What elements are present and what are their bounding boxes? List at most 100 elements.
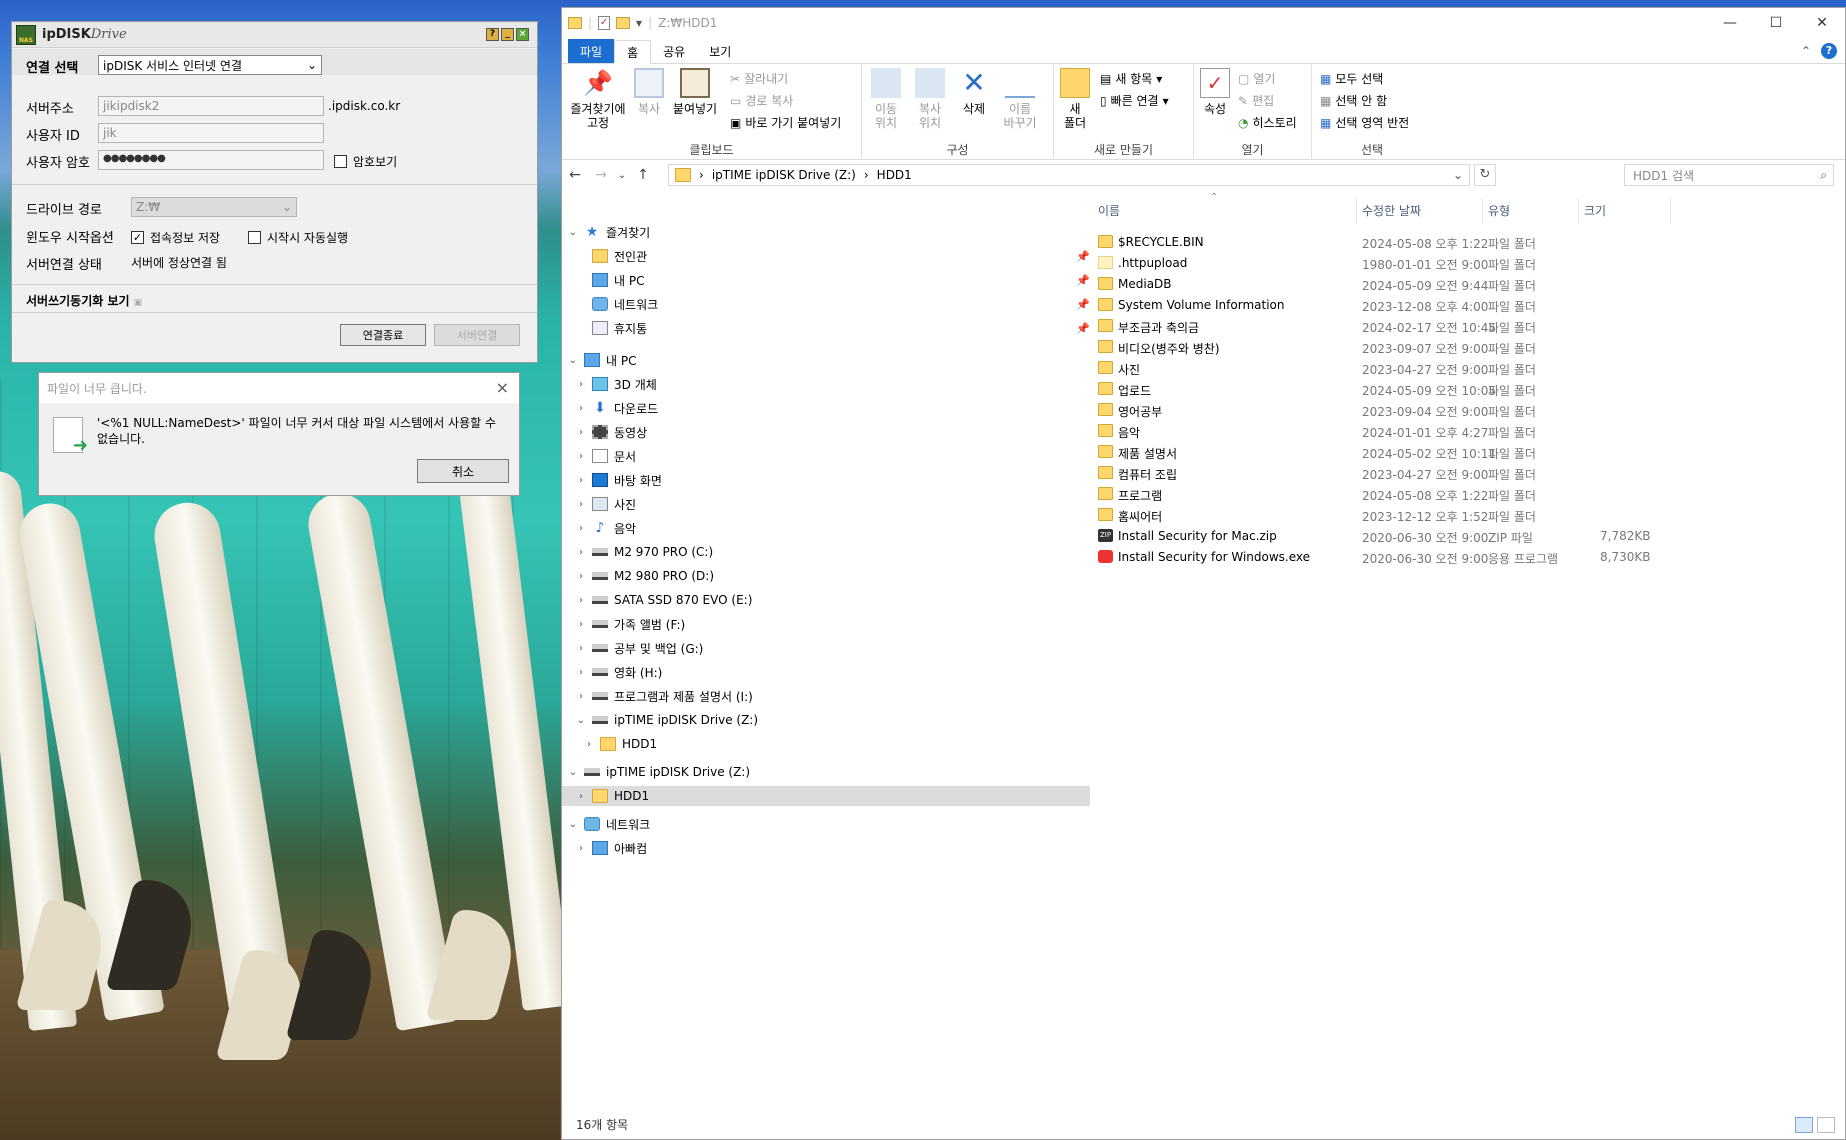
table-row[interactable]: 비디오(병주와 병찬) 2023-09-07 오전 9:00 파일 폴더 (1090, 337, 1710, 358)
select-none-button[interactable]: ▦ 선택 안 함 (1320, 92, 1387, 109)
tree-item-pictures[interactable]: › 사진 (576, 494, 636, 514)
tree-item-network-drive-z[interactable]: ⌄ ipTIME ipDISK Drive (Z:) (568, 762, 750, 782)
tree-item-this-pc[interactable]: ⌄ 내 PC (568, 350, 636, 370)
connect-select[interactable]: ipDISK 서비스 인터넷 연결 ⌄ (98, 55, 322, 75)
table-row[interactable]: 컴퓨터 조립 2023-04-27 오전 9:00 파일 폴더 (1090, 463, 1710, 484)
properties-quick-icon[interactable]: ✓ (598, 16, 611, 30)
table-row[interactable]: 제품 설명서 2024-05-02 오전 10:11 파일 폴더 (1090, 442, 1710, 463)
cut-button[interactable]: ✂ 잘라내기 (730, 70, 788, 87)
user-id-input[interactable]: jik (98, 123, 324, 143)
tree-item-dad-pc[interactable]: › 아빠컴 (576, 838, 647, 858)
up-button[interactable]: ↑ (630, 167, 656, 183)
back-button[interactable]: ← (562, 167, 588, 183)
history-button[interactable]: ◔ 히스토리 (1238, 114, 1297, 131)
details-view-button[interactable] (1795, 1117, 1813, 1133)
table-row[interactable]: 홈씨어터 2023-12-12 오후 1:52 파일 폴더 (1090, 505, 1710, 526)
copy-button[interactable]: 복사 (632, 68, 666, 116)
tree-item-3d-objects[interactable]: › 3D 개체 (576, 374, 657, 394)
address-dropdown-icon[interactable]: ⌄ (1453, 168, 1463, 182)
cancel-button[interactable]: 취소 (417, 459, 509, 483)
table-row[interactable]: 부조금과 축의금 2024-02-17 오전 10:45 파일 폴더 (1090, 316, 1710, 337)
tree-item-drive-d[interactable]: › M2 980 PRO (D:) (576, 566, 714, 586)
paste-shortcut-button[interactable]: ▣ 바로 가기 붙여넣기 (730, 114, 841, 131)
column-header-date[interactable]: 수정한 날짜 (1362, 202, 1421, 224)
table-row[interactable]: MediaDB 2024-05-09 오전 9:44 파일 폴더 (1090, 274, 1710, 295)
tree-item-recycle-bin[interactable]: 휴지통 (576, 318, 647, 338)
dialog-titlebar[interactable]: 파일이 너무 큽니다. × (39, 373, 519, 403)
tree-item-drive-g[interactable]: › 공부 및 백업 (G:) (576, 638, 703, 658)
help-button[interactable]: ? (486, 28, 499, 41)
tree-item-videos[interactable]: › 동영상 (576, 422, 647, 442)
new-folder-quick-icon[interactable] (616, 17, 631, 29)
tree-item-quick-pc[interactable]: 내 PC (576, 270, 644, 290)
tree-item-drive-e[interactable]: › SATA SSD 870 EVO (E:) (576, 590, 752, 610)
forward-button[interactable]: → (588, 167, 614, 183)
refresh-button[interactable]: ↻ (1474, 164, 1496, 186)
sync-view-toggle[interactable]: 서버쓰기동기화 보기 ▣ (26, 292, 142, 309)
table-row[interactable]: .httpupload 1980-01-01 오전 9:00 파일 폴더 (1090, 253, 1710, 274)
table-row[interactable]: 영어공부 2023-09-04 오전 9:00 파일 폴더 (1090, 400, 1710, 421)
tree-item-desktop[interactable]: › 바탕 화면 (576, 470, 662, 490)
paste-button[interactable]: 붙여넣기 (670, 68, 720, 116)
open-button[interactable]: ▢ 열기 (1238, 70, 1275, 87)
large-icons-view-button[interactable] (1817, 1117, 1835, 1133)
tree-item-favorites[interactable]: ⌄ ★ 즐겨찾기 (568, 222, 650, 242)
column-header-size[interactable]: 크기 (1584, 202, 1606, 224)
tree-item-documents[interactable]: › 문서 (576, 446, 636, 466)
copy-to-button[interactable]: 복사 위치 (910, 68, 950, 130)
easy-access-button[interactable]: ▯ 빠른 연결 ▾ (1100, 92, 1169, 109)
close-button[interactable]: × (516, 28, 529, 41)
collapse-ribbon-icon[interactable]: ⌃ (1801, 44, 1811, 58)
table-row[interactable]: 업로드 2024-05-09 오전 10:05 파일 폴더 (1090, 379, 1710, 400)
new-folder-button[interactable]: 새 폴더 (1058, 68, 1092, 130)
breadcrumb-hdd1[interactable]: HDD1 (877, 168, 912, 182)
edit-button[interactable]: ✎ 편집 (1238, 92, 1274, 109)
tree-item-hdd1[interactable]: › HDD1 (584, 734, 657, 754)
recent-locations-button[interactable]: ⌄ (614, 170, 630, 181)
ipdisk-titlebar[interactable]: NAS ipDISKDrive ? _ × (12, 22, 537, 48)
tab-share[interactable]: 공유 (651, 39, 697, 63)
move-to-button[interactable]: 이동 위치 (866, 68, 906, 130)
save-info-checkbox[interactable]: ✓ 접속정보 저장 (131, 229, 220, 246)
tree-item-quick-network[interactable]: 네트워크 (576, 294, 658, 314)
delete-button[interactable]: ✕ 삭제 (956, 68, 992, 117)
table-row[interactable]: $RECYCLE.BIN 2024-05-08 오후 1:22 파일 폴더 (1090, 232, 1710, 253)
drive-path-select[interactable]: Z:₩ ⌄ (131, 197, 297, 217)
autorun-checkbox[interactable]: 시작시 자동실행 (248, 229, 348, 246)
column-header-type[interactable]: 유형 (1488, 202, 1510, 224)
quick-access-dropdown-icon[interactable]: ▾ (636, 16, 642, 30)
search-input[interactable]: HDD1 검색 ⌕ (1624, 164, 1834, 186)
close-button[interactable]: ✕ (1799, 8, 1845, 38)
address-bar[interactable]: › ipTIME ipDISK Drive (Z:) › HDD1 ⌄ (668, 164, 1470, 186)
tree-item-drive-f[interactable]: › 가족 앨범 (F:) (576, 614, 685, 634)
tree-item-music[interactable]: › ♪ 음악 (576, 518, 636, 538)
tree-item-drive-z[interactable]: ⌄ ipTIME ipDISK Drive (Z:) (576, 710, 758, 730)
breadcrumb-drive[interactable]: ipTIME ipDISK Drive (Z:) (712, 168, 856, 182)
copy-path-button[interactable]: ▭ 경로 복사 (730, 92, 793, 109)
tab-home[interactable]: 홈 (614, 40, 652, 64)
tree-item-hdd1-selected[interactable]: › HDD1 (562, 786, 1090, 806)
invert-selection-button[interactable]: ▦ 선택 영역 반전 (1320, 114, 1409, 131)
server-input[interactable]: jikipdisk2 (98, 96, 324, 116)
disconnect-button[interactable]: 연결종료 (340, 324, 426, 346)
help-icon[interactable]: ? (1821, 43, 1837, 59)
table-row[interactable]: Install Security for Windows.exe 2020-06-… (1090, 547, 1710, 568)
close-icon[interactable]: × (496, 378, 509, 397)
tree-item-jeoningwan[interactable]: 전인관 (576, 246, 647, 266)
pin-quick-access-button[interactable]: 📌 즐겨찾기에 고정 (566, 68, 630, 130)
new-item-button[interactable]: ▤ 새 항목 ▾ (1100, 70, 1162, 87)
table-row[interactable]: 음악 2024-01-01 오후 4:27 파일 폴더 (1090, 421, 1710, 442)
tree-item-drive-i[interactable]: › 프로그램과 제품 설명서 (I:) (576, 686, 753, 706)
minimize-button[interactable]: _ (501, 28, 514, 41)
tree-item-drive-c[interactable]: › M2 970 PRO (C:) (576, 542, 713, 562)
table-row[interactable]: ZIP Install Security for Mac.zip 2020-06-3… (1090, 526, 1710, 547)
select-all-button[interactable]: ▦ 모두 선택 (1320, 70, 1383, 87)
server-connect-button[interactable]: 서버연결 (434, 324, 520, 346)
properties-button[interactable]: ✓ 속성 (1198, 68, 1232, 116)
explorer-titlebar[interactable]: | ✓ ▾ | Z:₩HDD1 — ☐ ✕ (562, 8, 1845, 38)
column-header-name[interactable]: 이름 (1098, 202, 1120, 224)
tab-view[interactable]: 보기 (697, 39, 743, 63)
tree-item-downloads[interactable]: › ⬇ 다운로드 (576, 398, 658, 418)
show-password-checkbox[interactable]: 암호보기 (334, 153, 397, 170)
tree-item-drive-h[interactable]: › 영화 (H:) (576, 662, 662, 682)
